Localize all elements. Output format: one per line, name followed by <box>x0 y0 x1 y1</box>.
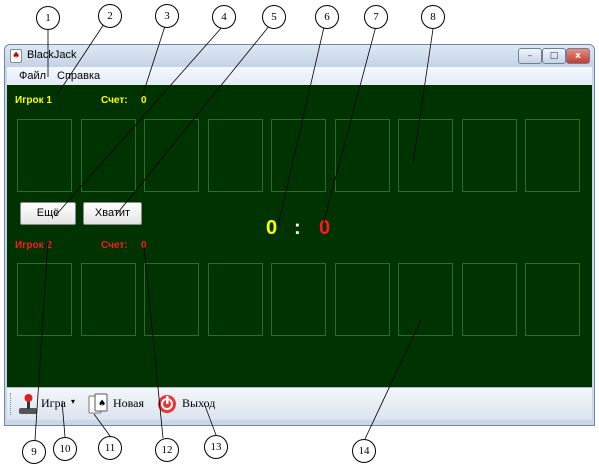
callout-3: 3 <box>155 4 179 28</box>
callout-5: 5 <box>262 5 286 29</box>
callout-9: 9 <box>22 440 46 464</box>
callout-7: 7 <box>364 5 388 29</box>
callout-11: 11 <box>98 436 122 460</box>
callout-8: 8 <box>421 5 445 29</box>
callout-13: 13 <box>204 435 228 459</box>
callout-1: 1 <box>36 6 60 30</box>
callout-14: 14 <box>352 439 376 463</box>
callout-2: 2 <box>98 4 122 28</box>
callout-4: 4 <box>212 5 236 29</box>
callout-10: 10 <box>53 437 77 461</box>
callout-leader-lines <box>34 23 434 441</box>
callout-6: 6 <box>315 5 339 29</box>
callout-12: 12 <box>155 438 179 462</box>
